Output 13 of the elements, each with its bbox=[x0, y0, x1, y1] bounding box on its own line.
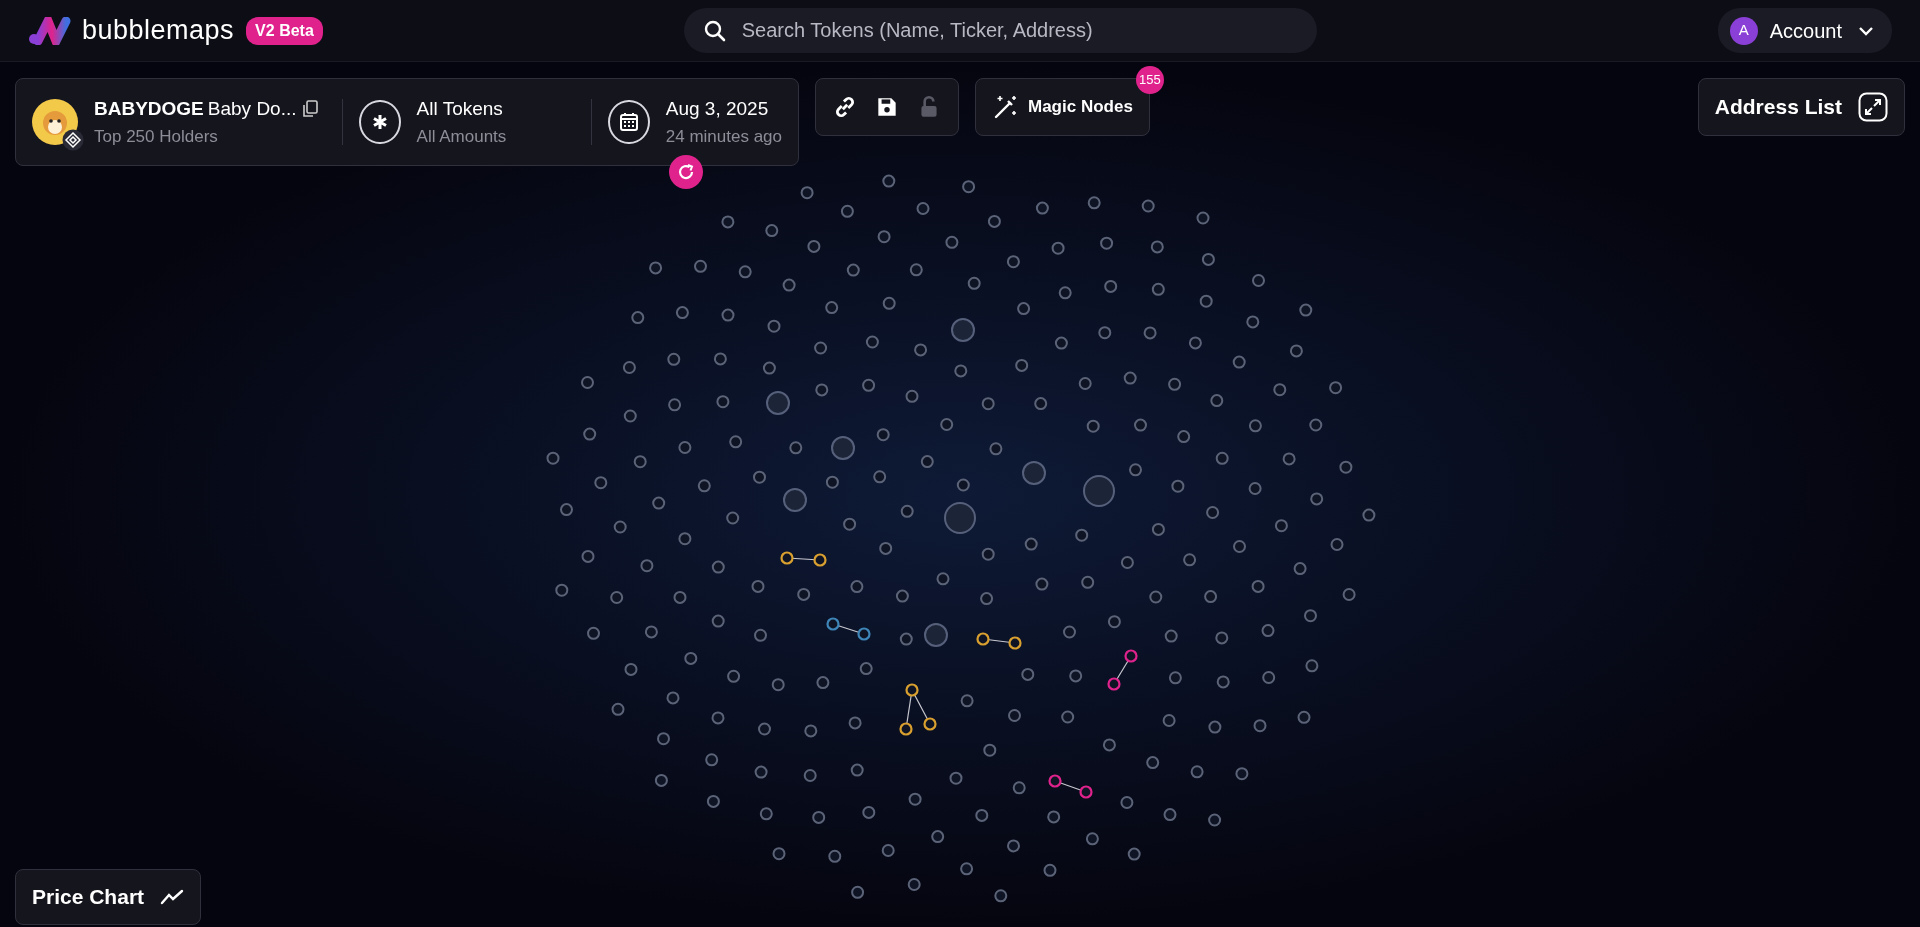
holders-subtitle: Top 250 Holders bbox=[94, 125, 219, 148]
date-title[interactable]: Aug 3, 2025 bbox=[665, 95, 782, 124]
date-subtitle: 24 minutes ago bbox=[665, 125, 782, 148]
brand-name[interactable]: bubblemaps bbox=[82, 10, 235, 51]
address-list-button[interactable]: Address List bbox=[1697, 78, 1905, 136]
token-name: Baby Do... bbox=[207, 97, 297, 121]
version-badge: V2 Beta bbox=[246, 16, 323, 45]
filter-subtitle: All Amounts bbox=[416, 125, 508, 148]
account-menu[interactable]: A Account bbox=[1717, 8, 1892, 53]
search-field[interactable]: Search Tokens (Name, Ticker, Address) bbox=[683, 8, 1317, 53]
token-ticker: BABYDOGE bbox=[94, 97, 204, 121]
filter-title[interactable]: All Tokens bbox=[416, 95, 576, 124]
price-chart-button[interactable]: Price Chart bbox=[15, 869, 202, 925]
